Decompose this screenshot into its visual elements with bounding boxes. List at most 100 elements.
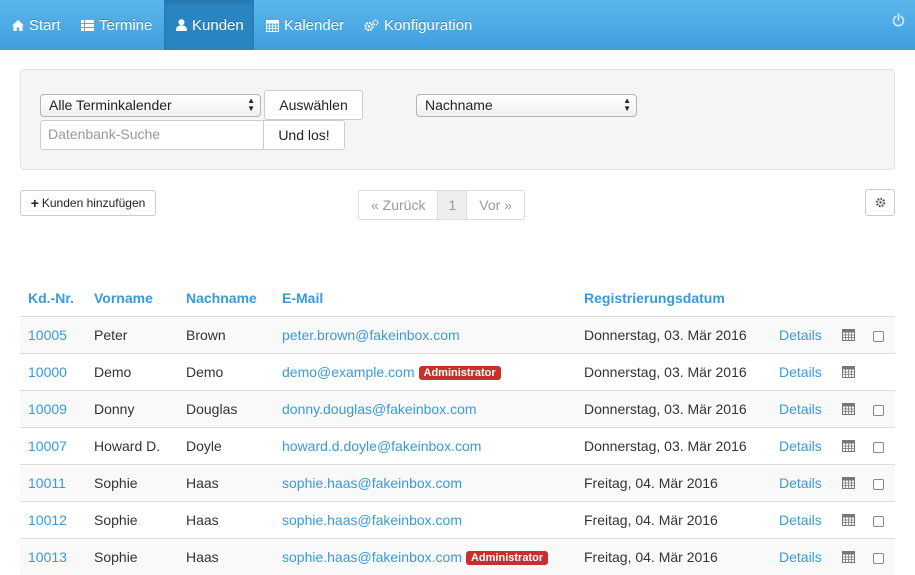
first-name-cell: Sophie xyxy=(94,549,138,565)
customer-id-link[interactable]: 10005 xyxy=(28,327,67,343)
gear-icon xyxy=(875,197,885,208)
calendar-icon[interactable] xyxy=(842,439,855,455)
first-name-cell: Peter xyxy=(94,327,128,343)
header-last-name[interactable]: Nachname xyxy=(186,290,257,306)
table-row: 10000 Demo Demo demo@example.com Administrat… xyxy=(20,353,895,390)
email-link[interactable]: demo@example.com xyxy=(282,364,415,380)
email-link[interactable]: sophie.haas@fakeinbox.com xyxy=(282,475,462,491)
nav-start-label: Start xyxy=(29,16,61,34)
top-navbar: Start Termine Kunden Kalender Konfigurat… xyxy=(0,0,915,50)
add-customer-label: Kunden hinzufügen xyxy=(41,196,146,210)
row-select-checkbox[interactable] xyxy=(873,553,884,564)
email-link[interactable]: donny.douglas@fakeinbox.com xyxy=(282,401,477,417)
nav-konfiguration-label: Konfiguration xyxy=(384,16,473,34)
email-cell: donny.douglas@fakeinbox.com xyxy=(282,401,477,417)
email-cell: sophie.haas@fakeinbox.com xyxy=(282,512,462,528)
customer-id-link[interactable]: 10012 xyxy=(28,512,67,528)
calendar-icon[interactable] xyxy=(842,513,855,529)
database-search-input[interactable]: Datenbank-Suche xyxy=(40,120,265,150)
nav-kalender[interactable]: Kalender xyxy=(254,0,352,50)
email-cell: sophie.haas@fakeinbox.com Administrator xyxy=(282,549,549,565)
customer-id-link[interactable]: 10000 xyxy=(28,364,67,380)
registration-date-cell: Donnerstag, 03. Mär 2016 xyxy=(584,327,747,343)
email-cell: howard.d.doyle@fakeinbox.com xyxy=(282,438,481,454)
table-row: 10007 Howard D. Doyle howard.d.doyle@fakein… xyxy=(20,427,895,464)
nav-termine[interactable]: Termine xyxy=(72,0,164,50)
power-icon[interactable] xyxy=(892,13,905,27)
select-arrows-icon: ▲ ▼ xyxy=(247,96,255,113)
last-name-cell: Doyle xyxy=(186,438,222,454)
details-link[interactable]: Details xyxy=(779,401,822,417)
calendar-icon xyxy=(266,19,279,32)
row-select-checkbox[interactable] xyxy=(873,405,884,416)
list-icon xyxy=(81,19,94,31)
first-name-cell: Demo xyxy=(94,364,132,380)
search-go-button[interactable]: Und los! xyxy=(263,120,345,150)
row-select-checkbox[interactable] xyxy=(873,331,884,342)
registration-date-cell: Donnerstag, 03. Mär 2016 xyxy=(584,438,747,454)
last-name-cell: Haas xyxy=(186,512,219,528)
row-select-checkbox[interactable] xyxy=(873,442,884,453)
pagination: « Zurück 1 Vor » xyxy=(358,190,525,220)
details-link[interactable]: Details xyxy=(779,327,822,343)
email-cell: peter.brown@fakeinbox.com xyxy=(282,327,460,343)
add-customer-button[interactable]: + Kunden hinzufügen xyxy=(20,190,156,216)
plus-icon: + xyxy=(30,195,39,211)
nav-termine-label: Termine xyxy=(99,16,153,34)
admin-badge: Administrator xyxy=(418,366,501,380)
first-name-cell: Donny xyxy=(94,401,135,417)
home-icon xyxy=(12,19,24,31)
nav-konfiguration[interactable]: Konfiguration xyxy=(352,0,482,50)
last-name-cell: Brown xyxy=(186,327,226,343)
header-first-name[interactable]: Vorname xyxy=(94,290,153,306)
header-id[interactable]: Kd.-Nr. xyxy=(28,290,74,306)
customer-id-link[interactable]: 10011 xyxy=(28,475,66,491)
table-row: 10009 Donny Douglas donny.douglas@fakeinbox… xyxy=(20,390,895,427)
calendar-icon[interactable] xyxy=(842,550,855,566)
row-select-checkbox[interactable] xyxy=(873,516,884,527)
table-settings-button[interactable] xyxy=(865,189,895,216)
table-row: 10013 Sophie Haas sophie.haas@fakeinbox.com… xyxy=(20,538,895,575)
nav-kunden[interactable]: Kunden xyxy=(164,0,254,50)
calendar-icon[interactable] xyxy=(842,328,855,344)
email-link[interactable]: sophie.haas@fakeinbox.com xyxy=(282,549,462,565)
details-link[interactable]: Details xyxy=(779,475,822,491)
details-link[interactable]: Details xyxy=(779,364,822,380)
calendar-icon[interactable] xyxy=(842,365,855,381)
table-row: 10005 Peter Brown peter.brown@fakeinbox.com… xyxy=(20,316,895,353)
pager-current[interactable]: 1 xyxy=(438,191,468,219)
nav-start[interactable]: Start xyxy=(0,0,72,50)
select-button[interactable]: Auswählen xyxy=(264,90,363,120)
header-registration-date[interactable]: Registrierungsdatum xyxy=(584,290,725,306)
calendar-icon[interactable] xyxy=(842,476,855,492)
email-link[interactable]: peter.brown@fakeinbox.com xyxy=(282,327,460,343)
customer-id-link[interactable]: 10007 xyxy=(28,438,67,454)
table-row: 10012 Sophie Haas sophie.haas@fakeinbox.com… xyxy=(20,501,895,538)
details-link[interactable]: Details xyxy=(779,512,822,528)
registration-date-cell: Donnerstag, 03. Mär 2016 xyxy=(584,401,747,417)
pager-next[interactable]: Vor » xyxy=(467,191,524,219)
registration-date-cell: Freitag, 04. Mär 2016 xyxy=(584,475,718,491)
details-link[interactable]: Details xyxy=(779,438,822,454)
email-link[interactable]: howard.d.doyle@fakeinbox.com xyxy=(282,438,481,454)
calendar-icon[interactable] xyxy=(842,402,855,418)
nav-kunden-label: Kunden xyxy=(192,16,244,34)
customer-id-link[interactable]: 10013 xyxy=(28,549,67,565)
select-arrows-icon: ▲ ▼ xyxy=(623,96,631,113)
details-link[interactable]: Details xyxy=(779,549,822,565)
last-name-cell: Haas xyxy=(186,549,219,565)
cogs-icon xyxy=(364,18,379,31)
calendar-select[interactable]: Alle Terminkalender ▲ ▼ xyxy=(40,94,261,117)
last-name-cell: Haas xyxy=(186,475,219,491)
first-name-cell: Sophie xyxy=(94,475,138,491)
user-icon xyxy=(176,19,187,31)
row-select-checkbox[interactable] xyxy=(873,479,884,490)
last-name-cell: Demo xyxy=(186,364,224,380)
customer-id-link[interactable]: 10009 xyxy=(28,401,67,417)
header-email[interactable]: E-Mail xyxy=(282,290,323,306)
sort-select[interactable]: Nachname ▲ ▼ xyxy=(416,94,637,117)
pager-prev[interactable]: « Zurück xyxy=(359,191,439,219)
calendar-select-value: Alle Terminkalender xyxy=(49,97,172,113)
email-link[interactable]: sophie.haas@fakeinbox.com xyxy=(282,512,462,528)
registration-date-cell: Freitag, 04. Mär 2016 xyxy=(584,549,718,565)
